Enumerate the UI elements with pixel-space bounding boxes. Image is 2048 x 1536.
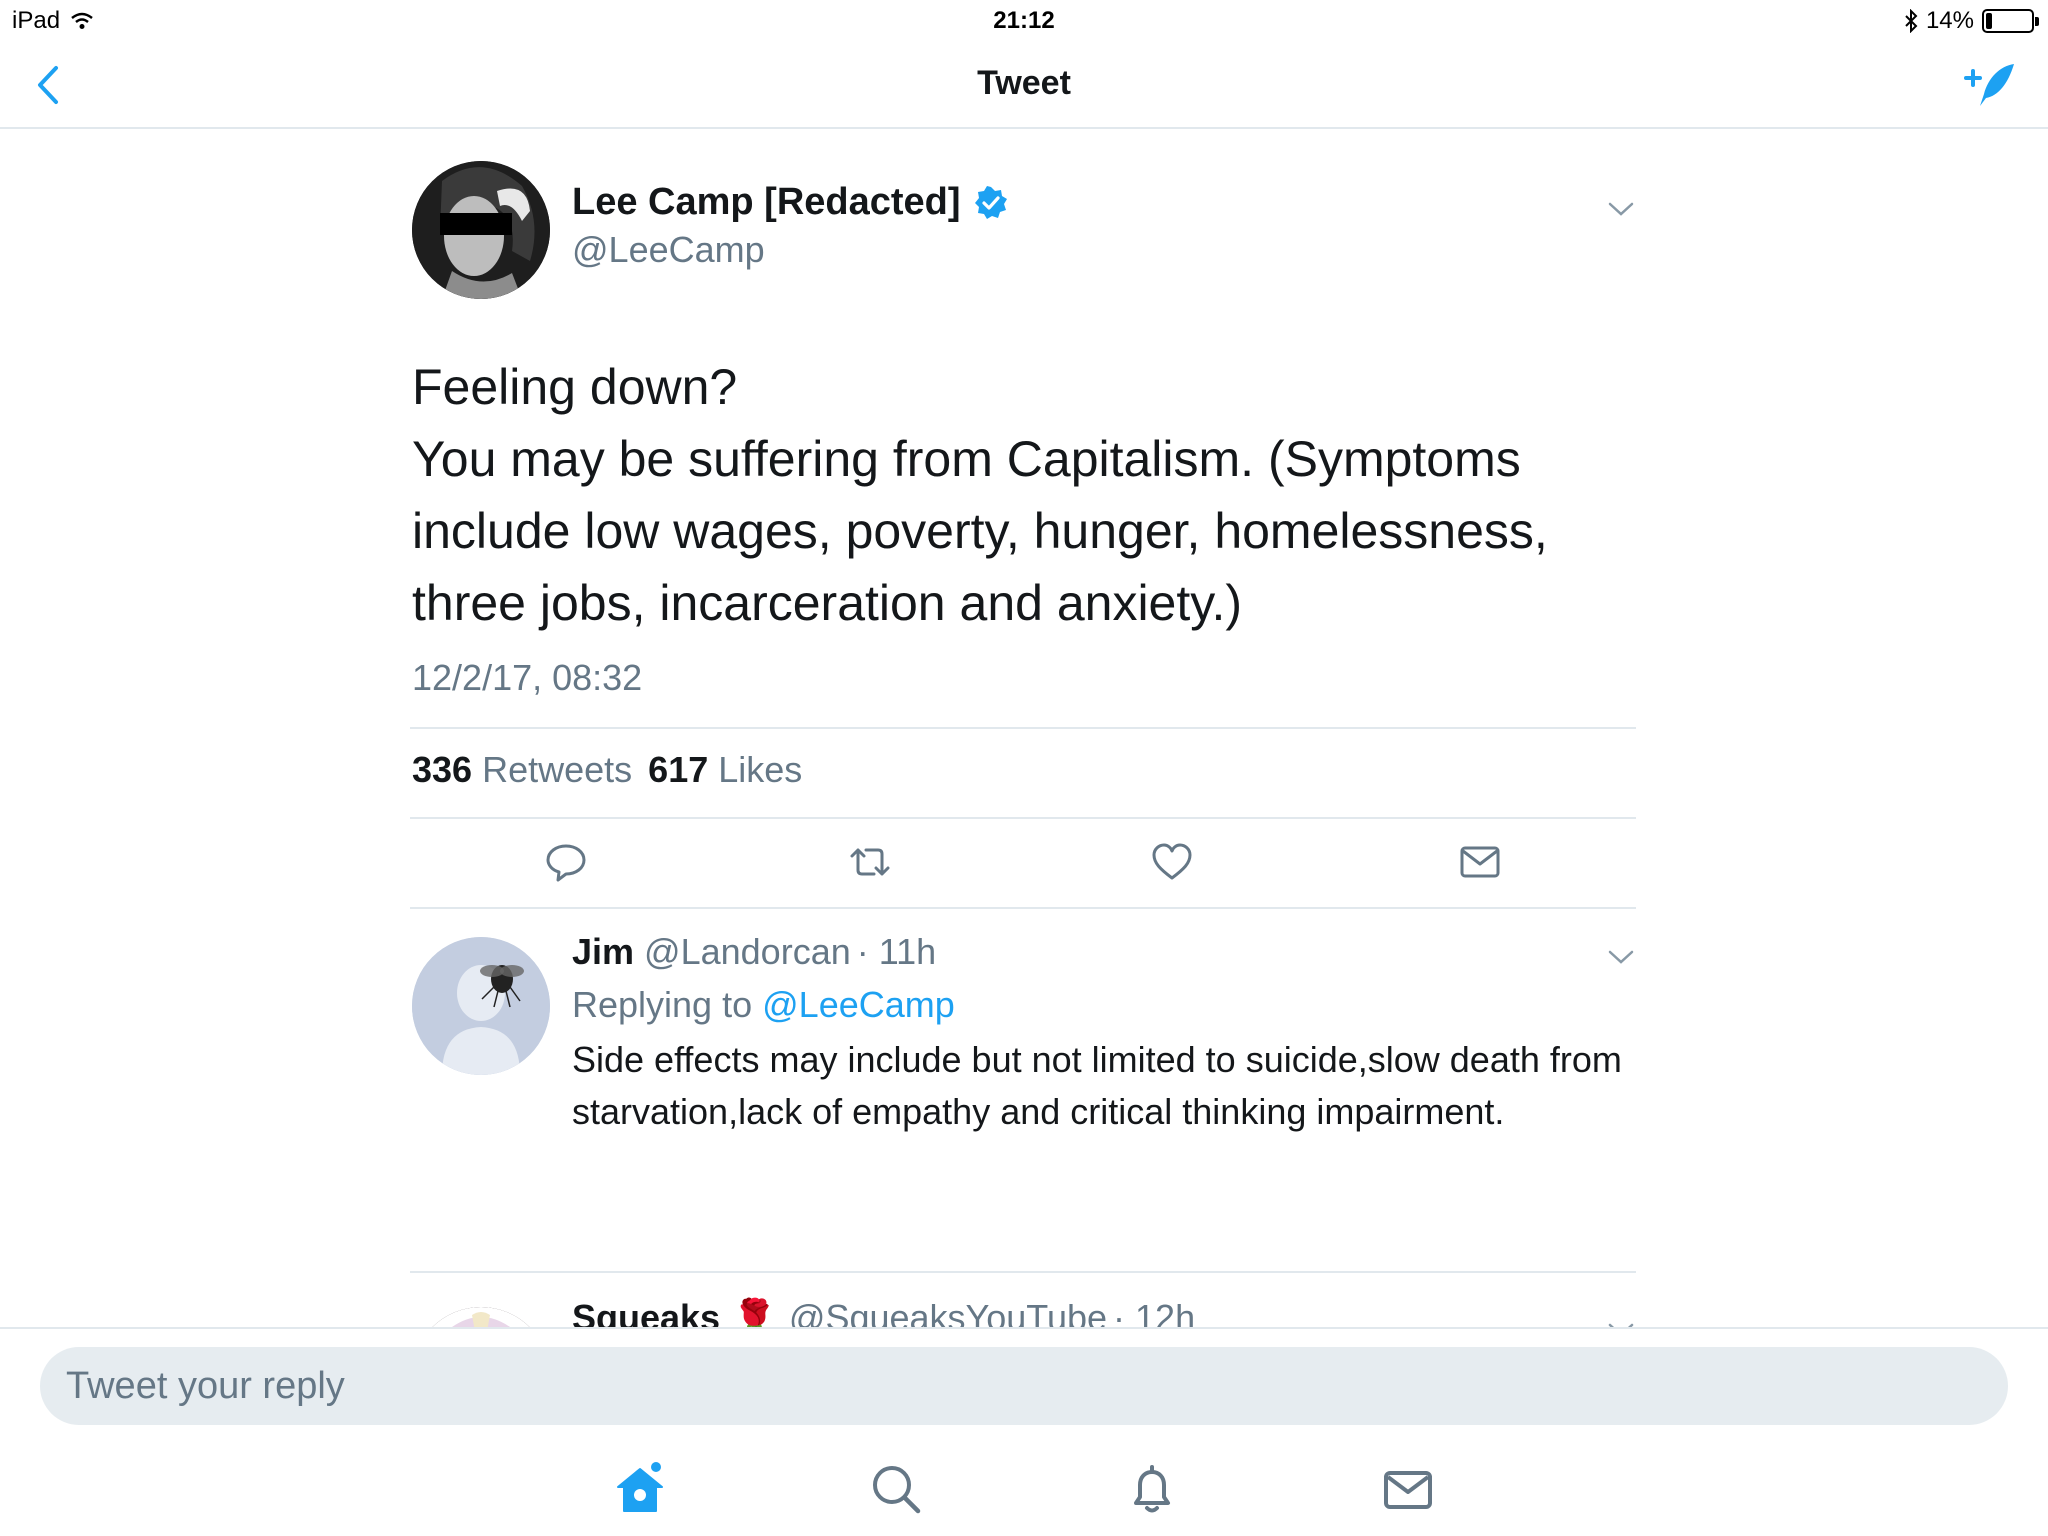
like-icon[interactable] — [1150, 842, 1194, 882]
retweets-count: 336 — [412, 749, 473, 790]
retweets-label: Retweets — [482, 749, 633, 790]
reply-time: · 12h — [1113, 1297, 1196, 1331]
tweet-text-line: three jobs, incarceration and anxiety.) — [412, 575, 1243, 631]
notifications-icon[interactable] — [1124, 1461, 1180, 1517]
reply-preview: Squeaks 🌹 @SqueaksYouTube · 12h — [410, 1272, 1636, 1331]
tweet-text: Feeling down? You may be suffering from … — [412, 351, 1612, 639]
tweet-stats: 336 Retweets 617 Likes — [412, 749, 804, 791]
tweet-text-line: include low wages, poverty, hunger, home… — [412, 503, 1548, 559]
reply-author-handle[interactable]: @Landorcan — [644, 931, 851, 973]
reply-time: · 11h — [856, 931, 937, 972]
rose-emoji: 🌹 — [732, 1297, 777, 1331]
reply-icon[interactable] — [544, 842, 588, 882]
page-title: Tweet — [977, 64, 1071, 102]
status-bar: iPad 21:12 14% — [0, 0, 2048, 40]
likes-stat[interactable]: 617 Likes — [648, 749, 804, 791]
avatar-image — [412, 937, 550, 1075]
chevron-down-icon[interactable] — [1606, 199, 1636, 219]
home-icon[interactable] — [612, 1461, 668, 1517]
direct-message-icon[interactable] — [1458, 842, 1502, 882]
replying-to-link[interactable]: @LeeCamp — [762, 984, 955, 1025]
tweet-actions — [410, 817, 1636, 907]
author-name[interactable]: Lee Camp [Redacted] — [572, 181, 961, 224]
replying-to: Replying to @LeeCamp — [572, 984, 955, 1026]
messages-icon[interactable] — [1380, 1461, 1436, 1517]
reply-text: Side effects may include but not limited… — [572, 1039, 1622, 1132]
reply-composer-bar — [0, 1327, 2048, 1536]
tweet-text-line: Feeling down? — [412, 359, 738, 415]
verified-badge-icon — [974, 185, 1007, 219]
bluetooth-icon — [1905, 9, 1918, 33]
compose-tweet-icon[interactable] — [1962, 58, 2018, 110]
battery-percent: 14% — [1925, 7, 1974, 34]
status-time: 21:12 — [993, 7, 1055, 34]
reply-author-handle[interactable]: @SqueaksYouTube — [789, 1297, 1107, 1331]
reply-input[interactable] — [40, 1347, 2008, 1425]
nav-bar: Tweet — [0, 40, 2048, 129]
divider — [410, 727, 1636, 729]
reply-header: Squeaks 🌹 @SqueaksYouTube · 12h — [572, 1297, 1195, 1331]
battery-fill — [1986, 13, 1992, 29]
retweets-stat[interactable]: 336 Retweets — [412, 749, 634, 791]
battery-icon — [1982, 9, 2039, 33]
avatar-image — [412, 161, 550, 299]
tweet-timestamp: 12/2/17, 08:32 — [412, 657, 643, 698]
retweet-icon[interactable] — [846, 842, 894, 882]
replying-to-prefix: Replying to — [572, 984, 753, 1025]
status-right: 14% — [1904, 7, 2039, 35]
tweet-text-line: You may be suffering from Capitalism. (S… — [412, 431, 1521, 487]
chevron-down-icon[interactable] — [1606, 947, 1636, 967]
likes-count: 617 — [648, 749, 709, 790]
reply-header: Jim @Landorcan · 11h — [572, 931, 936, 973]
divider — [410, 907, 1636, 909]
avatar[interactable] — [412, 937, 550, 1075]
author-name-row: Lee Camp [Redacted] — [572, 181, 1009, 224]
reply-author-name[interactable]: Squeaks — [572, 1297, 720, 1331]
reply-author-name[interactable]: Jim — [572, 931, 634, 973]
author-handle[interactable]: @LeeCamp — [572, 229, 765, 271]
likes-label: Likes — [718, 749, 803, 790]
search-icon[interactable] — [868, 1461, 924, 1517]
avatar[interactable] — [412, 161, 550, 299]
